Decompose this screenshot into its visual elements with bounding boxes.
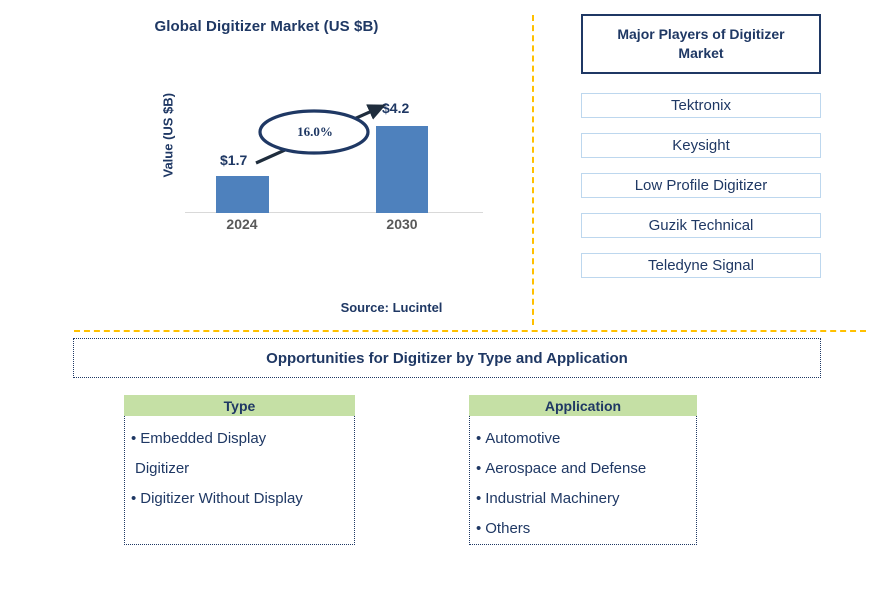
list-item: • Others — [476, 514, 692, 544]
list-item-label: Industrial Machinery — [485, 490, 620, 507]
bullet-icon: • — [476, 520, 482, 537]
player-label: Tektronix — [670, 97, 732, 114]
segment-header-type: Type — [124, 395, 355, 416]
x-tick-label-2024: 2024 — [226, 216, 258, 232]
player-label: Low Profile Digitizer — [634, 177, 768, 194]
player-item-keysight[interactable]: Keysight — [581, 133, 821, 158]
list-item: • Industrial Machinery — [476, 484, 692, 514]
opportunities-banner-label: Opportunities for Digitizer by Type and … — [266, 349, 628, 367]
bullet-icon: • — [476, 430, 482, 447]
infographic-page: Global Digitizer Market (US $B) Value (U… — [0, 0, 885, 604]
chart-title: Global Digitizer Market (US $B) — [154, 18, 379, 35]
player-label: Keysight — [672, 137, 730, 154]
list-item-label: Digitizer — [135, 460, 190, 477]
major-players-header: Major Players of Digitizer Market — [581, 14, 821, 74]
source-note: Source: Lucintel — [340, 300, 443, 315]
bullet-icon: • — [476, 490, 482, 507]
chart-y-axis-title: Value (US $B) — [160, 92, 176, 178]
list-item-label: Embedded Display — [140, 430, 267, 447]
player-item-low-profile-digitizer[interactable]: Low Profile Digitizer — [581, 173, 821, 198]
segment-column-application: Application • Automotive • Aerospace and D… — [469, 395, 697, 545]
list-item: • Embedded Display — [131, 424, 350, 454]
list-item: • Automotive — [476, 424, 692, 454]
player-label: Teledyne Signal — [648, 257, 754, 274]
list-item-continuation: Digitizer — [131, 454, 350, 484]
bar-value-2024: $1.7 — [220, 152, 248, 168]
major-players-panel: Major Players of Digitizer Market Tektro… — [581, 14, 821, 293]
x-tick-label-2030: 2030 — [386, 216, 418, 232]
player-item-tektronix[interactable]: Tektronix — [581, 93, 821, 118]
list-item-label: Digitizer Without Display — [140, 490, 303, 507]
vertical-divider — [532, 15, 534, 325]
bar-2024 — [216, 176, 269, 213]
list-item-label: Automotive — [485, 430, 561, 447]
bullet-icon: • — [476, 460, 482, 477]
player-item-guzik-technical[interactable]: Guzik Technical — [581, 213, 821, 238]
list-item: • Aerospace and Defense — [476, 454, 692, 484]
cagr-value-label: 16.0% — [297, 124, 333, 139]
bullet-icon: • — [131, 490, 137, 507]
segment-body-type: • Embedded Display Digitizer • Digitizer W… — [124, 416, 355, 545]
player-label: Guzik Technical — [648, 217, 754, 234]
bullet-icon: • — [131, 430, 137, 447]
horizontal-divider — [74, 330, 866, 332]
list-item: • Digitizer Without Display — [131, 484, 350, 514]
segment-header-application: Application — [469, 395, 697, 416]
list-item-label: Aerospace and Defense — [485, 460, 647, 477]
segment-body-application: • Automotive • Aerospace and Defense • Indu… — [469, 416, 697, 545]
list-item-label: Others — [485, 520, 531, 537]
market-chart-panel: Global Digitizer Market (US $B) Value (U… — [0, 0, 533, 330]
segment-column-type: Type • Embedded Display Digitizer • Digiti… — [124, 395, 355, 545]
opportunities-banner: Opportunities for Digitizer by Type and … — [73, 338, 821, 378]
player-item-teledyne-signal[interactable]: Teledyne Signal — [581, 253, 821, 278]
